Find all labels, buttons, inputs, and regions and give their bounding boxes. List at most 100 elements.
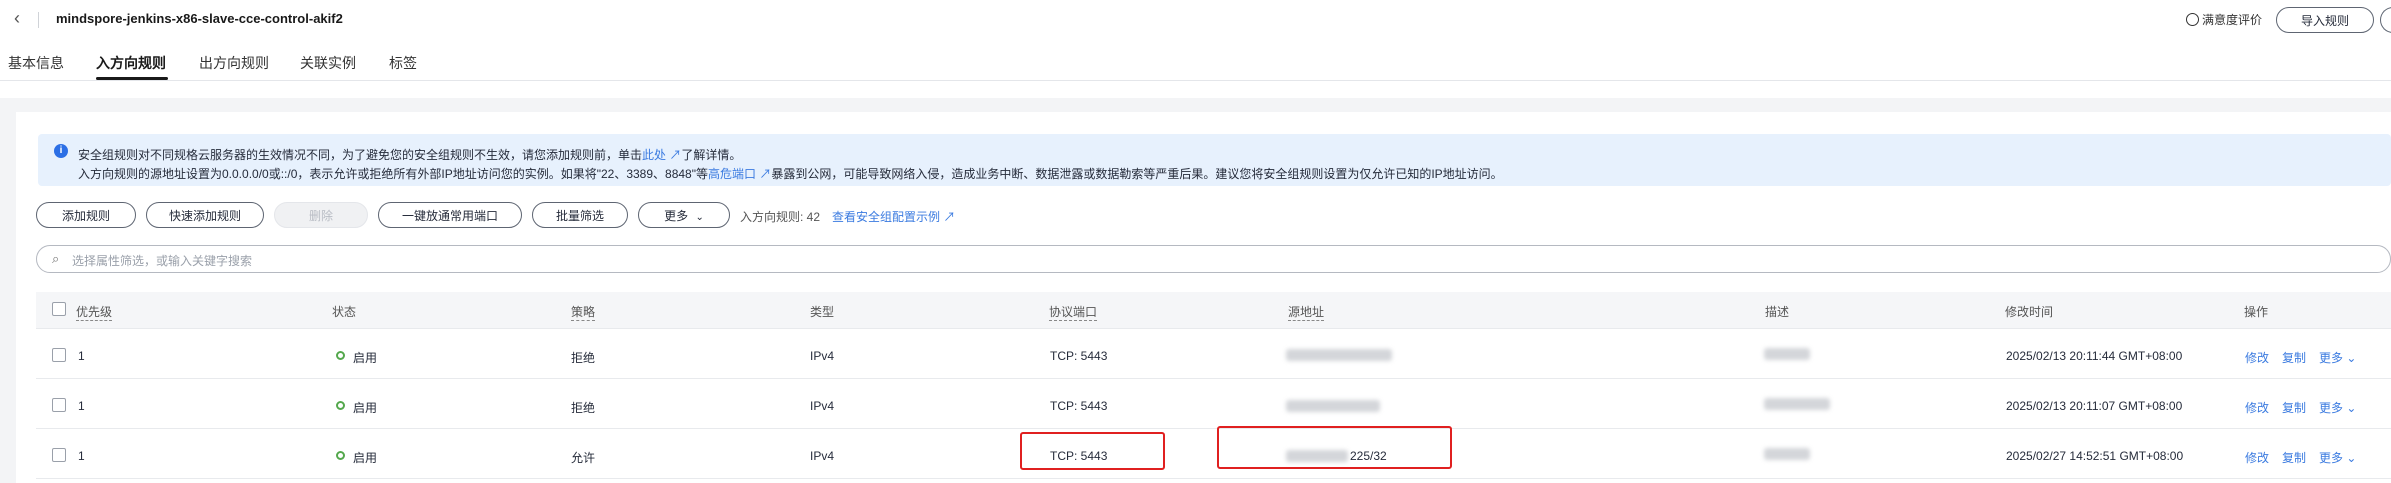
tab-basic-info[interactable]: 基本信息	[8, 53, 64, 73]
highlight-port-box	[1020, 432, 1165, 470]
delete-button[interactable]: 删除	[274, 202, 368, 228]
time-cell: 2025/02/13 20:11:44 GMT+08:00	[2006, 349, 2183, 363]
description-redacted	[1764, 448, 1810, 460]
external-link-icon: ↗	[940, 210, 956, 224]
source-redacted	[1286, 400, 1380, 412]
row-checkbox[interactable]	[52, 398, 66, 412]
priority-cell: 1	[78, 399, 85, 413]
policy-cell: 允许	[571, 451, 596, 465]
batch-filter-button[interactable]: 批量筛选	[532, 202, 628, 228]
time-cell: 2025/02/27 14:52:51 GMT+08:00	[2006, 449, 2184, 463]
source-redacted	[1286, 349, 1392, 361]
info-icon: i	[54, 144, 68, 158]
description-redacted	[1764, 348, 1810, 360]
policy-cell: 拒绝	[571, 401, 596, 415]
notice-line-1: 安全组规则对不同规格云服务器的生效情况不同，为了避免您的安全组规则不生效，请您添…	[78, 146, 741, 163]
chevron-down-icon: ⌄	[2346, 451, 2357, 465]
row-checkbox[interactable]	[52, 448, 66, 462]
col-operations: 操作	[2244, 305, 2269, 319]
status-cell: 启用	[353, 451, 378, 465]
active-tab-indicator	[96, 77, 168, 80]
search-icon: ⌕	[52, 251, 60, 266]
chevron-down-icon: ⌄	[2346, 351, 2357, 365]
col-source[interactable]: 源地址	[1288, 303, 1325, 321]
page-title: mindspore-jenkins-x86-slave-cce-control-…	[56, 11, 343, 26]
row-divider	[36, 428, 2391, 429]
external-link-icon: ↗	[756, 167, 772, 181]
port-cell: TCP: 5443	[1050, 399, 1108, 413]
satisfaction-link[interactable]: 满意度评价	[2186, 11, 2262, 28]
col-modified-time: 修改时间	[2005, 305, 2054, 319]
smile-icon	[2186, 13, 2199, 26]
add-rule-button[interactable]: 添加规则	[36, 202, 136, 228]
row-divider	[36, 478, 2391, 479]
port-cell: TCP: 5443	[1050, 349, 1108, 363]
chevron-left-icon[interactable]: ‹	[14, 8, 20, 29]
more-dropdown-button[interactable]: 更多 ⌄	[638, 202, 730, 228]
priority-cell: 1	[78, 349, 85, 363]
priority-cell: 1	[78, 449, 85, 463]
status-cell: 启用	[353, 351, 378, 365]
tab-inbound-rules[interactable]: 入方向规则	[96, 53, 166, 73]
more-label: 更多	[2319, 451, 2344, 465]
chevron-down-icon: ⌄	[2346, 401, 2357, 415]
policy-cell: 拒绝	[571, 351, 596, 365]
copy-link[interactable]: 复制	[2282, 349, 2306, 366]
notice-link-high-risk-ports[interactable]: 高危端口	[708, 167, 756, 181]
col-priority[interactable]: 优先级	[76, 303, 113, 321]
example-link-label: 查看安全组配置示例	[832, 210, 941, 224]
chevron-down-icon: ⌄	[695, 212, 704, 223]
row-divider	[36, 378, 2391, 379]
description-redacted	[1764, 398, 1830, 410]
type-cell: IPv4	[810, 399, 835, 413]
col-status: 状态	[332, 305, 357, 319]
tab-bar: 基本信息 入方向规则 出方向规则 关联实例 标签	[0, 40, 2391, 81]
highlight-source-box	[1217, 426, 1452, 469]
copy-link[interactable]: 复制	[2282, 399, 2306, 416]
status-cell: 启用	[353, 401, 378, 415]
satisfaction-label: 满意度评价	[2202, 13, 2263, 27]
divider	[38, 12, 39, 28]
more-label: 更多	[2319, 351, 2344, 365]
col-protocol-port[interactable]: 协议端口	[1049, 303, 1098, 321]
notice-link-here[interactable]: 此处	[642, 148, 666, 162]
col-policy[interactable]: 策略	[571, 303, 596, 321]
copy-link[interactable]: 复制	[2282, 449, 2306, 466]
select-all-checkbox[interactable]	[52, 302, 66, 316]
modify-link[interactable]: 修改	[2245, 399, 2269, 416]
open-common-ports-button[interactable]: 一键放通常用端口	[378, 202, 522, 228]
search-placeholder: 选择属性筛选，或输入关键字搜索	[72, 254, 253, 268]
col-type: 类型	[810, 305, 835, 319]
external-link-icon: ↗	[666, 148, 682, 162]
config-example-link[interactable]: 查看安全组配置示例 ↗	[832, 208, 955, 225]
col-description: 描述	[1765, 305, 1790, 319]
time-cell: 2025/02/13 20:11:07 GMT+08:00	[2006, 399, 2183, 413]
more-menu-link[interactable]: 更多 ⌄	[2319, 449, 2356, 466]
modify-link[interactable]: 修改	[2245, 449, 2269, 466]
more-label: 更多	[664, 209, 689, 223]
more-menu-link[interactable]: 更多 ⌄	[2319, 349, 2356, 366]
status-enabled-icon	[336, 401, 345, 410]
more-label: 更多	[2319, 401, 2344, 415]
top-bar	[0, 0, 2391, 40]
row-checkbox[interactable]	[52, 348, 66, 362]
type-cell: IPv4	[810, 449, 835, 463]
status-enabled-icon	[336, 451, 345, 460]
tab-tags[interactable]: 标签	[389, 53, 417, 73]
search-input[interactable]	[36, 245, 2391, 273]
notice-text: 暴露到公网，可能导致网络入侵，造成业务中断、数据泄露或数据勒索等严重后果。建议您…	[771, 167, 1503, 181]
notice-text: 入方向规则的源地址设置为0.0.0.0/0或::/0，表示允许或拒绝所有外部IP…	[78, 167, 708, 181]
row-divider	[36, 328, 2391, 329]
import-rules-button[interactable]: 导入规则	[2276, 7, 2374, 33]
notice-text: 了解详情。	[681, 148, 742, 162]
notice-text: 安全组规则对不同规格云服务器的生效情况不同，为了避免您的安全组规则不生效，请您添…	[78, 148, 643, 162]
tab-outbound-rules[interactable]: 出方向规则	[199, 53, 269, 73]
type-cell: IPv4	[810, 349, 835, 363]
quick-add-rule-button[interactable]: 快速添加规则	[146, 202, 264, 228]
more-menu-link[interactable]: 更多 ⌄	[2319, 399, 2356, 416]
status-enabled-icon	[336, 351, 345, 360]
tab-associated-instances[interactable]: 关联实例	[300, 53, 356, 73]
modify-link[interactable]: 修改	[2245, 349, 2269, 366]
notice-line-2: 入方向规则的源地址设置为0.0.0.0/0或::/0，表示允许或拒绝所有外部IP…	[78, 165, 1503, 182]
rule-count: 入方向规则: 42	[740, 210, 821, 224]
